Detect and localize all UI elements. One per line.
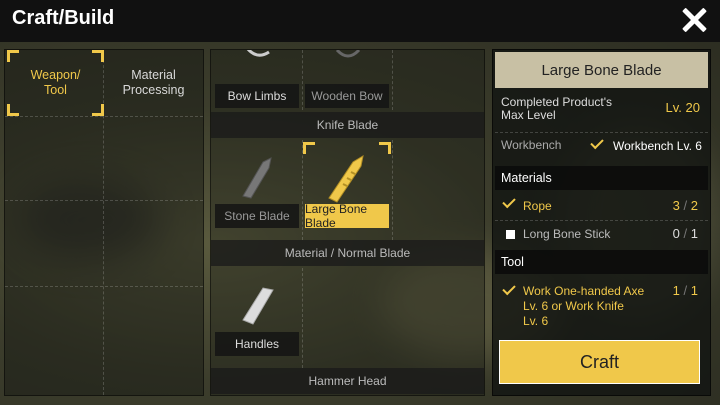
wooden-bow-icon <box>335 50 361 58</box>
grid-divider <box>392 50 393 110</box>
category-label: Weapon/ <box>30 68 81 82</box>
material-name: Rope <box>523 199 552 213</box>
material-row-rope: Rope 3 / 2 <box>495 193 708 219</box>
workbench-row: Workbench Workbench Lv. 6 <box>495 134 708 164</box>
material-need: 2 <box>690 198 698 213</box>
recipe-label: Bow Limbs <box>215 84 299 108</box>
recipe-large-bone-blade[interactable]: Large Bone Blade <box>303 142 391 230</box>
material-have: 3 <box>672 198 680 213</box>
tool-row: Work One-handed Axe Lv. 6 or Work Knife … <box>495 278 708 332</box>
recipe-wooden-bow[interactable]: Wooden Bow <box>303 50 391 110</box>
tool-name: Lv. 6 or Work Knife <box>523 299 624 313</box>
section-header-hammer-head: Hammer Head <box>211 368 484 394</box>
category-weapon-tool[interactable]: Weapon/ Tool <box>7 50 104 116</box>
recipe-label: Wooden Bow <box>305 84 389 108</box>
tool-need: 1 <box>690 283 698 298</box>
category-panel: Weapon/ Tool Material Processing <box>4 49 204 396</box>
craft-button[interactable]: Craft <box>499 340 700 384</box>
grid-divider <box>5 116 203 117</box>
grid-divider <box>5 200 203 201</box>
check-icon <box>590 135 604 150</box>
close-icon[interactable] <box>680 6 708 34</box>
tool-sep: / <box>683 283 688 298</box>
selected-item-title: Large Bone Blade <box>495 52 708 88</box>
recipe-handles[interactable]: Handles <box>213 270 301 358</box>
bow-limbs-icon <box>246 50 270 57</box>
selection-corner <box>303 142 315 154</box>
category-material-processing[interactable]: Material Processing <box>105 50 202 116</box>
selection-corner <box>92 104 104 116</box>
row-divider <box>495 132 708 133</box>
recipe-panel: Bow Limbs Wooden Bow Knife Blade Stone B… <box>210 49 485 396</box>
category-label: Tool <box>44 83 67 97</box>
stone-blade-icon <box>242 157 272 199</box>
grid-divider <box>5 286 203 287</box>
category-label: Material <box>131 68 176 82</box>
material-sep: / <box>683 198 688 213</box>
max-level-row: Completed Product's Max Level Lv. 20 <box>495 92 708 130</box>
tool-name: Lv. 6 <box>523 314 549 328</box>
handles-icon <box>242 287 274 325</box>
max-level-value: Lv. 20 <box>665 100 700 115</box>
workbench-value: Workbench Lv. 6 <box>613 139 702 153</box>
selection-corner <box>7 50 19 62</box>
check-icon <box>502 281 516 296</box>
selection-corner <box>92 50 104 62</box>
detail-panel: Large Bone Blade Completed Product's Max… <box>492 49 711 396</box>
material-have: 0 <box>672 226 680 241</box>
max-level-label: Max Level <box>501 108 556 122</box>
unchecked-icon <box>506 230 515 239</box>
selection-corner <box>7 104 19 116</box>
recipe-bow-limbs[interactable]: Bow Limbs <box>213 50 301 110</box>
material-sep: / <box>683 226 688 241</box>
section-header-material-normal-blade: Material / Normal Blade <box>211 240 484 266</box>
section-header-knife-blade: Knife Blade <box>211 112 484 138</box>
recipe-label: Handles <box>215 332 299 356</box>
materials-header: Materials <box>495 166 708 190</box>
material-need: 1 <box>690 226 698 241</box>
bone-blade-icon <box>328 154 364 203</box>
recipe-stone-blade[interactable]: Stone Blade <box>213 142 301 230</box>
tool-name: Work One-handed Axe <box>523 284 645 298</box>
recipe-label: Stone Blade <box>215 204 299 228</box>
title-bar: Craft/Build <box>0 0 720 42</box>
check-icon <box>502 194 516 209</box>
grid-divider <box>392 140 393 240</box>
grid-divider <box>302 268 303 368</box>
tool-header: Tool <box>495 250 708 274</box>
material-row-long-bone-stick: Long Bone Stick 0 / 1 <box>495 221 708 247</box>
recipe-label: Large Bone Blade <box>305 202 389 230</box>
workbench-label: Workbench <box>501 138 562 152</box>
category-label: Processing <box>122 83 185 97</box>
window-title: Craft/Build <box>12 7 115 29</box>
tool-have: 1 <box>672 283 680 298</box>
selection-corner <box>379 142 391 154</box>
material-name: Long Bone Stick <box>523 227 611 241</box>
